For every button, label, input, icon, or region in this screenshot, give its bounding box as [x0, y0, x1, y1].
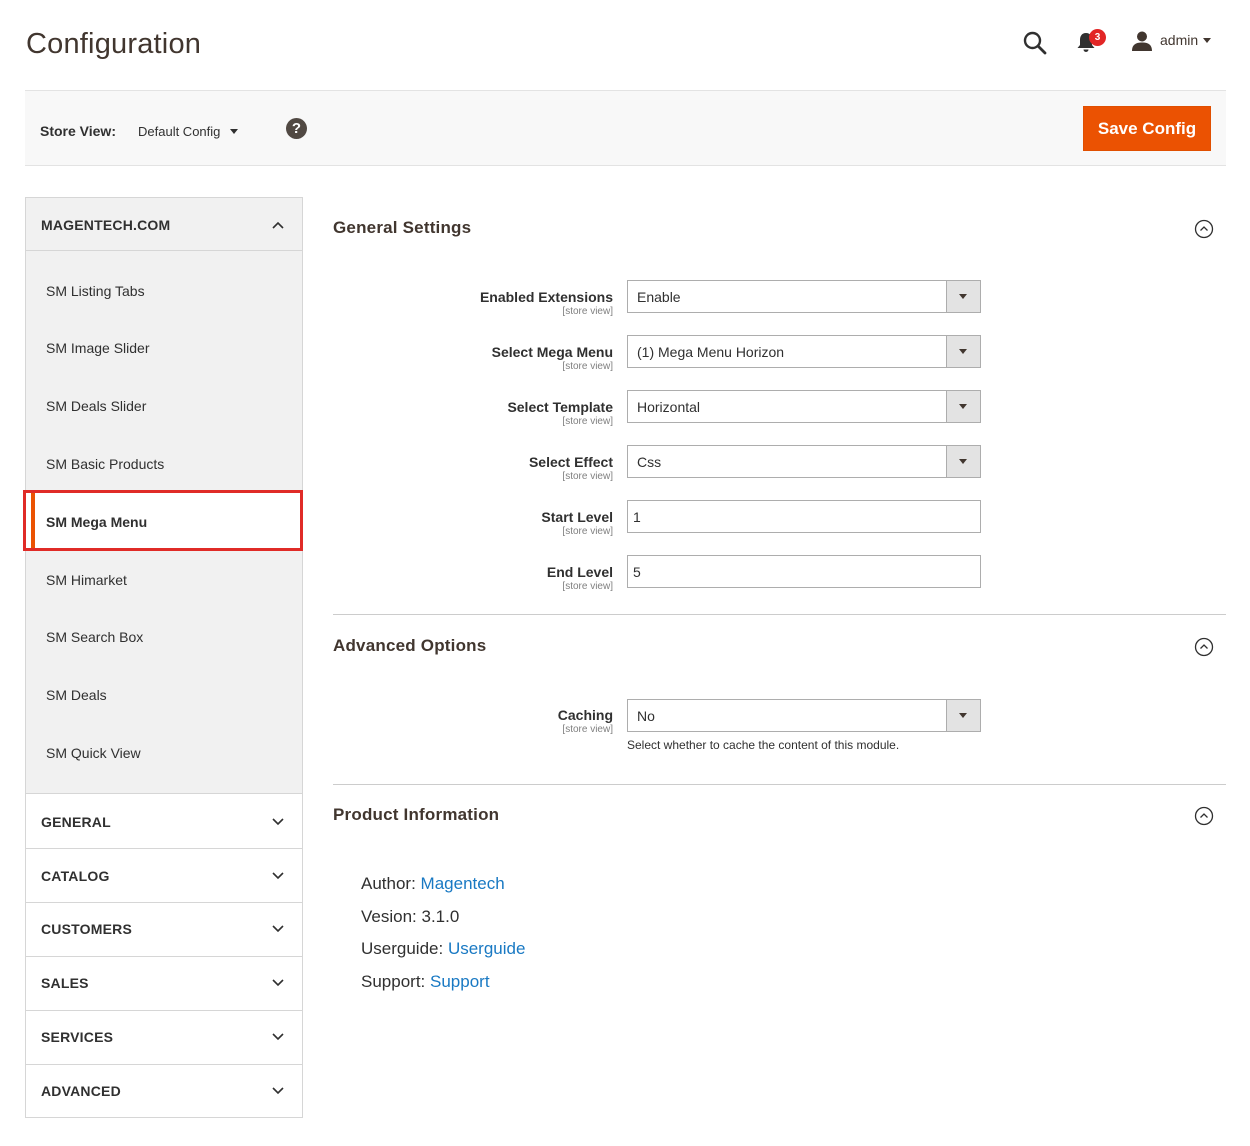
field-scope: [store view]	[562, 724, 613, 735]
enabled-extensions-select[interactable]: Enable	[627, 280, 981, 313]
select-mega-menu-select[interactable]: (1) Mega Menu Horizon	[627, 335, 981, 368]
collapse-icon[interactable]	[1194, 806, 1214, 826]
save-config-button[interactable]: Save Config	[1083, 106, 1211, 151]
general-settings-title[interactable]: General Settings	[333, 218, 471, 238]
support-row: Support: Support	[361, 972, 490, 992]
dropdown-arrow-icon[interactable]	[946, 336, 980, 367]
chevron-down-icon[interactable]	[272, 1087, 284, 1095]
product-information-title[interactable]: Product Information	[333, 805, 499, 825]
chevron-up-icon[interactable]	[272, 221, 284, 229]
select-value: Css	[637, 454, 662, 470]
sidebar-item-sm-listing-tabs[interactable]: SM Listing Tabs	[46, 283, 145, 299]
advanced-options-title[interactable]: Advanced Options	[333, 636, 486, 656]
support-link[interactable]: Support	[430, 972, 490, 991]
select-value: Enable	[637, 289, 681, 305]
field-scope: [store view]	[562, 416, 613, 427]
page-title: Configuration	[26, 28, 202, 60]
select-template-select[interactable]: Horizontal	[627, 390, 981, 423]
field-label: End Level	[546, 564, 613, 580]
chevron-down-icon[interactable]	[272, 872, 284, 880]
select-value: (1) Mega Menu Horizon	[637, 344, 785, 360]
chevron-down-icon[interactable]	[272, 925, 284, 933]
sidebar-group-label[interactable]: GENERAL	[41, 814, 111, 830]
chevron-down-icon[interactable]	[272, 1033, 284, 1041]
sidebar-section-title[interactable]: MAGENTECH.COM	[41, 217, 170, 233]
dropdown-arrow-icon[interactable]	[946, 391, 980, 422]
field-scope: [store view]	[562, 581, 613, 592]
sidebar-item-sm-deals[interactable]: SM Deals	[46, 687, 107, 703]
field-scope: [store view]	[562, 306, 613, 317]
highlight-box	[23, 490, 303, 551]
notification-badge[interactable]: 3	[1089, 29, 1106, 46]
author-label: Author:	[361, 874, 416, 893]
sidebar-item-sm-search-box[interactable]: SM Search Box	[46, 629, 143, 645]
sidebar-group-label[interactable]: SERVICES	[41, 1029, 113, 1045]
dropdown-arrow-icon[interactable]	[946, 281, 980, 312]
select-effect-select[interactable]: Css	[627, 445, 981, 478]
collapse-icon[interactable]	[1194, 219, 1214, 239]
store-view-switcher[interactable]: Default Config	[138, 124, 220, 139]
sidebar-item-sm-image-slider[interactable]: SM Image Slider	[46, 340, 149, 356]
version-row: Vesion: 3.1.0	[361, 907, 459, 927]
field-label: Start Level	[541, 509, 613, 525]
version-label: Vesion:	[361, 907, 417, 926]
store-view-label: Store View:	[40, 123, 116, 139]
sidebar-item-sm-himarket[interactable]: SM Himarket	[46, 572, 127, 588]
field-note: Select whether to cache the content of t…	[627, 738, 900, 752]
select-value: No	[637, 708, 655, 724]
field-label: Select Template	[507, 399, 613, 415]
author-link[interactable]: Magentech	[421, 874, 505, 893]
user-icon[interactable]	[1131, 30, 1153, 52]
chevron-down-icon[interactable]	[272, 979, 284, 987]
field-label: Caching	[557, 707, 613, 723]
caret-down-icon[interactable]	[230, 129, 238, 134]
userguide-label: Userguide:	[361, 939, 444, 958]
sidebar-item-sm-deals-slider[interactable]: SM Deals Slider	[46, 398, 146, 414]
section-divider	[333, 784, 1226, 785]
end-level-input[interactable]: 5	[627, 555, 981, 588]
chevron-down-icon[interactable]	[272, 818, 284, 826]
start-level-input[interactable]: 1	[627, 500, 981, 533]
sidebar-item-sm-basic-products[interactable]: SM Basic Products	[46, 456, 164, 472]
input-value: 5	[633, 564, 641, 580]
dropdown-arrow-icon[interactable]	[946, 700, 980, 731]
userguide-row: Userguide: Userguide	[361, 939, 525, 959]
sidebar-group-label[interactable]: ADVANCED	[41, 1083, 121, 1099]
help-icon[interactable]: ?	[286, 118, 307, 139]
field-label: Select Mega Menu	[491, 344, 613, 360]
field-scope: [store view]	[562, 361, 613, 372]
caret-down-icon[interactable]	[1203, 38, 1211, 43]
input-value: 1	[633, 509, 641, 525]
sidebar-group-label[interactable]: CATALOG	[41, 868, 110, 884]
field-scope: [store view]	[562, 471, 613, 482]
field-label: Select Effect	[528, 454, 613, 470]
version-value: 3.1.0	[421, 907, 460, 926]
author-row: Author: Magentech	[361, 874, 505, 894]
admin-user-menu[interactable]: admin	[1160, 32, 1198, 48]
select-value: Horizontal	[637, 399, 701, 415]
userguide-link[interactable]: Userguide	[448, 939, 526, 958]
dropdown-arrow-icon[interactable]	[946, 446, 980, 477]
field-scope: [store view]	[562, 526, 613, 537]
field-label: Enabled Extensions	[479, 289, 613, 305]
sidebar-group-label[interactable]: CUSTOMERS	[41, 921, 132, 937]
section-divider	[333, 614, 1226, 615]
collapse-icon[interactable]	[1194, 637, 1214, 657]
caching-select[interactable]: No	[627, 699, 981, 732]
sidebar-item-sm-quick-view[interactable]: SM Quick View	[46, 745, 141, 761]
search-icon[interactable]	[1022, 30, 1048, 56]
support-label: Support:	[361, 972, 426, 991]
sidebar-group-label[interactable]: SALES	[41, 975, 89, 991]
